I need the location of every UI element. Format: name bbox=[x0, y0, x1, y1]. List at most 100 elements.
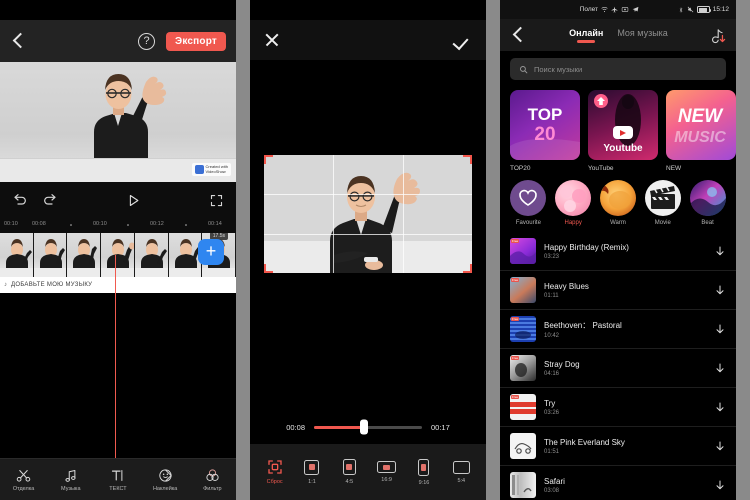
ratio-5-4-button[interactable]: 5:4 bbox=[444, 460, 478, 484]
tab-nakleyka[interactable]: Наклейка bbox=[143, 468, 187, 492]
song-list[interactable]: Free Happy Birthday (Remix) 03:23 Free H… bbox=[500, 232, 736, 500]
tab-online[interactable]: Онлайн bbox=[569, 28, 603, 43]
song-info: Safari 03:08 bbox=[544, 477, 706, 494]
download-icon[interactable] bbox=[714, 479, 726, 491]
mood-label: Warm bbox=[610, 220, 626, 226]
crop-grid-line bbox=[264, 233, 472, 235]
back-chevron-icon[interactable] bbox=[510, 26, 528, 44]
timeline-filmstrip[interactable]: 17.5s + bbox=[0, 233, 236, 277]
cover-tag: Free bbox=[511, 317, 520, 321]
mood-happy[interactable]: Happy bbox=[555, 180, 592, 226]
crop-frame[interactable] bbox=[264, 155, 472, 273]
category-card-row[interactable]: TOP 20 TOP20 Youtube YouTube NEW MUSIC N… bbox=[500, 80, 736, 172]
ratio-9-16-button[interactable]: 9:16 bbox=[407, 458, 441, 486]
song-row[interactable]: The Pink Everland Sky 01:51 bbox=[500, 427, 736, 466]
crop-grid-line bbox=[333, 155, 335, 273]
current-time-label: 00:08 bbox=[286, 422, 305, 432]
ratio-4-5-button[interactable]: 4:5 bbox=[332, 459, 366, 485]
song-row[interactable]: Free Try 03:26 bbox=[500, 388, 736, 427]
music-track-row[interactable]: ♪ ДОБАВЬТЕ МОЮ МУЗЫКУ bbox=[0, 277, 236, 293]
tab-otdelka[interactable]: Отделка bbox=[2, 468, 46, 492]
playhead[interactable] bbox=[115, 297, 117, 458]
filmstrip-frame[interactable] bbox=[0, 233, 34, 277]
add-clip-button[interactable]: + bbox=[198, 239, 224, 265]
album-cover: Free bbox=[510, 238, 536, 264]
scrubber-track[interactable] bbox=[314, 419, 422, 435]
back-chevron-icon[interactable] bbox=[10, 32, 28, 50]
category-card-top20[interactable]: TOP 20 TOP20 bbox=[510, 90, 580, 172]
tab-text[interactable]: ТЕКСТ bbox=[96, 468, 140, 492]
svg-text:20: 20 bbox=[534, 124, 555, 145]
mood-favourite[interactable]: Favourite bbox=[510, 180, 547, 226]
crop-scrubber[interactable]: 00:08 00:17 bbox=[250, 414, 486, 440]
crop-handle-bottom-right[interactable] bbox=[463, 264, 472, 273]
search-input[interactable]: Поиск музыки bbox=[510, 58, 726, 80]
timeline-empty-area[interactable] bbox=[0, 297, 236, 458]
watermark-line2: VideoShow bbox=[205, 168, 226, 174]
mood-warm[interactable]: Warm bbox=[599, 180, 637, 226]
filmstrip-frame[interactable] bbox=[101, 233, 135, 277]
ratio-1-1-button[interactable]: 1:1 bbox=[295, 459, 329, 485]
category-card-new[interactable]: NEW MUSIC NEW bbox=[666, 90, 736, 172]
timeline-ruler[interactable]: 00:10 00:08 00:10 00:12 00:14 bbox=[0, 218, 236, 233]
song-title: Heavy Blues bbox=[544, 281, 589, 291]
help-icon[interactable]: ? bbox=[138, 32, 156, 50]
song-row[interactable]: Safari 03:08 bbox=[500, 466, 736, 500]
crop-handle-bottom-left[interactable] bbox=[264, 264, 273, 273]
download-icon[interactable] bbox=[714, 362, 726, 374]
cover-tag: Free bbox=[511, 239, 520, 243]
mood-movie[interactable]: Movie bbox=[644, 180, 681, 226]
panel-divider-2 bbox=[486, 0, 500, 500]
fullscreen-icon[interactable] bbox=[209, 193, 224, 208]
ruler-dot bbox=[70, 224, 72, 226]
scrubber-knob[interactable] bbox=[359, 419, 368, 435]
playhead-upper[interactable] bbox=[115, 255, 117, 303]
download-icon[interactable] bbox=[714, 323, 726, 335]
screenshot-root: ? Экспорт Created with VideoShow 00:10 0… bbox=[0, 0, 750, 500]
album-cover bbox=[510, 433, 536, 459]
song-row[interactable]: Free Beethoven： Pastoral 10:42 bbox=[500, 310, 736, 349]
mood-filter-row[interactable]: Favourite Happy Warm Movie Beat bbox=[500, 172, 736, 226]
filmstrip-frame[interactable] bbox=[67, 233, 102, 277]
download-icon[interactable] bbox=[714, 284, 726, 296]
album-cover: Free bbox=[510, 316, 536, 342]
music-download-icon[interactable] bbox=[709, 27, 726, 44]
song-row[interactable]: Free Heavy Blues 01:11 bbox=[500, 271, 736, 310]
export-button[interactable]: Экспорт bbox=[166, 31, 226, 51]
ratio-label: 5:4 bbox=[457, 477, 466, 484]
download-icon[interactable] bbox=[714, 401, 726, 413]
video-preview[interactable]: Created with VideoShow bbox=[0, 62, 236, 182]
beat-image bbox=[689, 180, 726, 216]
undo-icon[interactable] bbox=[12, 192, 28, 208]
download-icon[interactable] bbox=[714, 440, 726, 452]
crop-stage[interactable] bbox=[250, 155, 486, 290]
svg-text:NEW: NEW bbox=[678, 106, 724, 127]
ratio-reset-button[interactable]: Сброс bbox=[258, 459, 292, 485]
bluetooth-icon bbox=[679, 7, 682, 12]
crop-handle-top-left[interactable] bbox=[264, 155, 273, 164]
tab-my-music[interactable]: Моя музыка bbox=[617, 28, 668, 43]
close-icon[interactable] bbox=[264, 32, 280, 48]
redo-icon[interactable] bbox=[42, 192, 58, 208]
scissors-icon bbox=[16, 469, 31, 482]
tab-filter[interactable]: Фильтр bbox=[190, 468, 234, 492]
song-row[interactable]: Free Stray Dog 04:16 bbox=[500, 349, 736, 388]
mood-label: Favourite bbox=[515, 220, 541, 226]
ratio-label: 16:9 bbox=[381, 477, 392, 483]
song-row[interactable]: Free Happy Birthday (Remix) 03:23 bbox=[500, 232, 736, 271]
filmstrip-frame[interactable] bbox=[134, 233, 169, 277]
svg-text:TOP: TOP bbox=[528, 105, 563, 124]
ratio-16-9-button[interactable]: 16:9 bbox=[370, 461, 404, 483]
download-icon[interactable] bbox=[714, 245, 726, 257]
category-card-youtube[interactable]: Youtube YouTube bbox=[588, 90, 658, 172]
check-icon[interactable] bbox=[454, 31, 472, 49]
crop-handle-top-right[interactable] bbox=[463, 155, 472, 164]
editor-header: ? Экспорт bbox=[0, 20, 236, 62]
play-icon[interactable] bbox=[126, 193, 141, 208]
music-header: Онлайн Моя музыка bbox=[500, 19, 736, 51]
tab-muzyka[interactable]: Музыка bbox=[49, 468, 93, 492]
ruler-tick: 00:12 bbox=[150, 221, 164, 227]
filmstrip-frame[interactable] bbox=[33, 233, 68, 277]
mood-beat[interactable]: Beat bbox=[689, 180, 726, 226]
telegram-icon bbox=[632, 6, 639, 12]
